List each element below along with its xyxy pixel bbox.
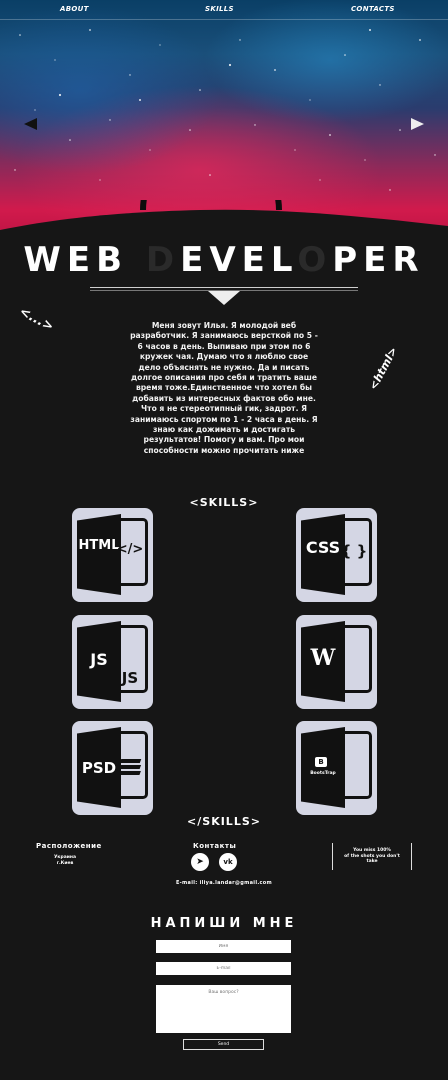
down-triangle-icon [208,291,240,305]
skill-card-word[interactable]: W [296,615,377,709]
quote-block: You miss 100% of the shots you don't tak… [332,843,412,870]
top-nav: ABOUT SKILLS CONTACTS [0,0,448,20]
skill-card-bootstrap[interactable]: B BootsTrap [296,721,377,815]
skill-card-html[interactable]: HTML </> [72,508,153,602]
email-text: E-mail: iliya.landar@gmail.com [175,880,273,886]
nav-contacts-link[interactable]: CONTACTS [351,5,395,13]
layers-icon [120,759,142,775]
psd-icon: PSD [81,759,117,777]
title-divider [90,287,358,288]
contacts-heading: Контакты [193,842,237,850]
vk-icon[interactable]: vk [219,853,237,871]
nav-about-link[interactable]: ABOUT [60,5,89,13]
location-text: Украина г.Киев [53,855,77,866]
bootstrap-icon: BootsTrap [310,771,336,776]
name-input[interactable] [156,940,291,953]
contact-form-heading: НАПИШИ МНЕ [150,916,298,931]
slider-next-arrow-icon[interactable] [411,118,424,130]
page-title: WEB DEVELOPER [23,240,425,280]
html-tag-decoration: <html> [366,344,401,393]
send-button[interactable]: Send [183,1039,264,1050]
nav-skills-link[interactable]: SKILLS [205,5,234,13]
skills-closing-heading: </SKILLS> [187,815,261,828]
skills-heading: <SKILLS> [189,496,259,509]
message-textarea[interactable] [156,985,291,1033]
telegram-icon[interactable]: ➤ [191,853,209,871]
word-icon: W [310,645,336,671]
slider-prev-arrow-icon[interactable] [24,118,37,130]
code-tag-decoration: <...> [16,304,56,335]
skill-card-psd[interactable]: PSD [72,721,153,815]
email-input[interactable] [156,962,291,975]
location-heading: Расположение [36,842,102,850]
bootstrap-logo-icon: B [315,757,327,767]
js-icon: JS [90,650,108,669]
about-text: Меня зовут Илья. Я молодой веб разработч… [130,321,318,455]
skill-card-js[interactable]: JS JS [72,615,153,709]
skill-card-css[interactable]: CSS { } [296,508,377,602]
